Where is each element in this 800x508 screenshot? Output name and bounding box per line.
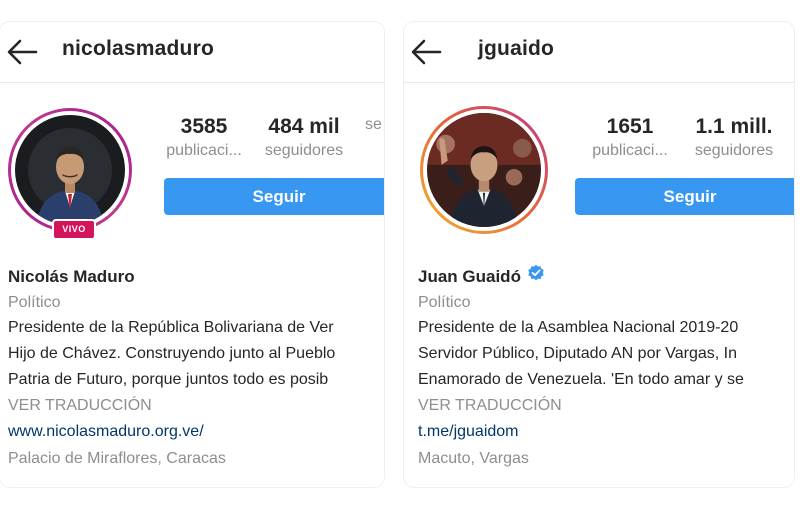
follow-button[interactable]: Seguir: [164, 178, 384, 215]
stat-posts-label: publicaci...: [166, 142, 242, 159]
verified-badge-icon: [527, 263, 545, 290]
profile-name: Juan Guaidó: [418, 263, 794, 290]
profile-name: Nicolás Maduro: [8, 263, 384, 290]
stat-following-label: se: [365, 116, 382, 133]
stat-followers-count: 484 mil: [268, 115, 340, 138]
stat-followers[interactable]: 1.1 mill. seguidores: [691, 114, 777, 162]
profile-category: Político: [8, 294, 61, 311]
stat-posts-label: publicaci...: [592, 142, 668, 159]
profile-stats: 3585 publicaci... 484 mil seguidores se: [165, 114, 384, 162]
profile-website-link[interactable]: t.me/jguaidom: [418, 419, 794, 445]
profile-header: jguaido: [404, 22, 794, 83]
profile-stats: 1651 publicaci... 1.1 mill. seguidores 1…: [589, 114, 794, 162]
profile-info: Juan Guaidó Político Presidente de la As…: [418, 263, 794, 472]
avatar: [423, 109, 545, 231]
profile-card-guaido: jguaido 1651 publicaci... 1.1 mill. segu…: [404, 22, 794, 487]
bio-line: Presidente de la República Bolivariana d…: [8, 319, 334, 336]
profile-category: Político: [418, 294, 471, 311]
profile-info: Nicolás Maduro Político Presidente de la…: [8, 263, 384, 472]
profile-website-link[interactable]: www.nicolasmaduro.org.ve/: [8, 419, 384, 445]
stat-followers-count: 1.1 mill.: [695, 115, 773, 138]
stat-followers-label: seguidores: [264, 142, 344, 159]
avatar-story-ring[interactable]: [8, 108, 132, 232]
see-translation-link[interactable]: VER TRADUCCIÓN: [8, 393, 384, 419]
profile-card-maduro: nicolasmaduro VIVO 3585 publicaci... 484…: [0, 22, 384, 487]
profile-header: nicolasmaduro: [0, 22, 384, 83]
header-username: jguaido: [478, 37, 555, 60]
header-username: nicolasmaduro: [62, 37, 214, 60]
stat-following[interactable]: se: [365, 114, 384, 162]
live-badge: VIVO: [52, 219, 96, 240]
profile-body: VIVO 3585 publicaci... 484 mil seguidore…: [0, 83, 384, 487]
bio-line: Enamorado de Venezuela. 'En todo amar y …: [418, 371, 744, 388]
bio-line: Servidor Público, Diputado AN por Vargas…: [418, 345, 737, 362]
stat-posts-count: 3585: [180, 115, 228, 138]
bio-line: Presidente de la Asamblea Nacional 2019-…: [418, 319, 739, 336]
profile-body: 1651 publicaci... 1.1 mill. seguidores 1…: [404, 83, 794, 487]
bio-line: Hijo de Chávez. Construyendo junto al Pu…: [8, 345, 336, 362]
see-translation-link[interactable]: VER TRADUCCIÓN: [418, 393, 794, 419]
bio-line: Patria de Futuro, porque juntos todo es …: [8, 371, 329, 388]
stat-posts[interactable]: 3585 publicaci...: [165, 114, 243, 162]
avatar: [11, 111, 129, 229]
stat-followers[interactable]: 484 mil seguidores: [263, 114, 345, 162]
follow-button[interactable]: Seguir: [575, 178, 794, 215]
avatar-story-ring[interactable]: [420, 106, 548, 234]
profile-name-text: Nicolás Maduro: [8, 267, 135, 286]
back-arrow-icon[interactable]: [410, 38, 444, 66]
back-arrow-icon[interactable]: [6, 38, 40, 66]
stat-posts-count: 1651: [606, 115, 654, 138]
stat-followers-label: seguidores: [694, 142, 774, 159]
stat-posts[interactable]: 1651 publicaci...: [589, 114, 671, 162]
profile-name-text: Juan Guaidó: [418, 267, 521, 286]
profile-location[interactable]: Macuto, Vargas: [418, 445, 794, 472]
profile-location[interactable]: Palacio de Miraflores, Caracas: [8, 445, 384, 472]
